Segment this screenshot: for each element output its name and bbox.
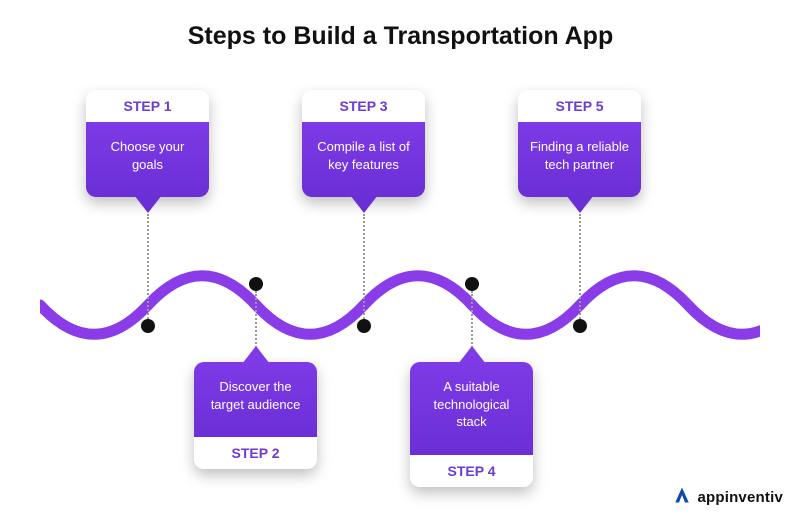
step-4-desc: A suitable technological stack [410,362,533,455]
brand-name: appinventiv [697,489,783,506]
step-2-label: STEP 2 [194,437,317,469]
node-step-2 [249,277,263,291]
step-1-desc: Choose your goals [86,122,209,197]
step-card-2: Discover the target audience STEP 2 [194,362,317,469]
node-step-3 [357,319,371,333]
step-5-pointer-icon [566,195,594,213]
connector-5 [579,214,581,322]
page-title: Steps to Build a Transportation App [0,22,801,51]
step-card-5: STEP 5 Finding a reliable tech partner [518,90,641,197]
step-3-pointer-icon [350,195,378,213]
node-step-4 [465,277,479,291]
brand-mark: appinventiv [673,486,783,509]
step-5-desc: Finding a reliable tech partner [518,122,641,197]
step-3-desc: Compile a list of key features [302,122,425,197]
diagram-stage: Steps to Build a Transportation App STEP… [0,0,801,521]
step-card-4: A suitable technological stack STEP 4 [410,362,533,487]
brand-logo-icon [673,486,691,509]
step-1-pointer-icon [134,195,162,213]
connector-1 [147,214,149,322]
step-4-label: STEP 4 [410,455,533,487]
step-2-desc: Discover the target audience [194,362,317,437]
step-2-pointer-icon [242,346,270,364]
node-step-1 [141,319,155,333]
node-step-5 [573,319,587,333]
connector-3 [363,214,365,322]
step-card-3: STEP 3 Compile a list of key features [302,90,425,197]
step-4-pointer-icon [458,346,486,364]
step-3-label: STEP 3 [302,90,425,122]
step-card-1: STEP 1 Choose your goals [86,90,209,197]
step-5-label: STEP 5 [518,90,641,122]
step-1-label: STEP 1 [86,90,209,122]
